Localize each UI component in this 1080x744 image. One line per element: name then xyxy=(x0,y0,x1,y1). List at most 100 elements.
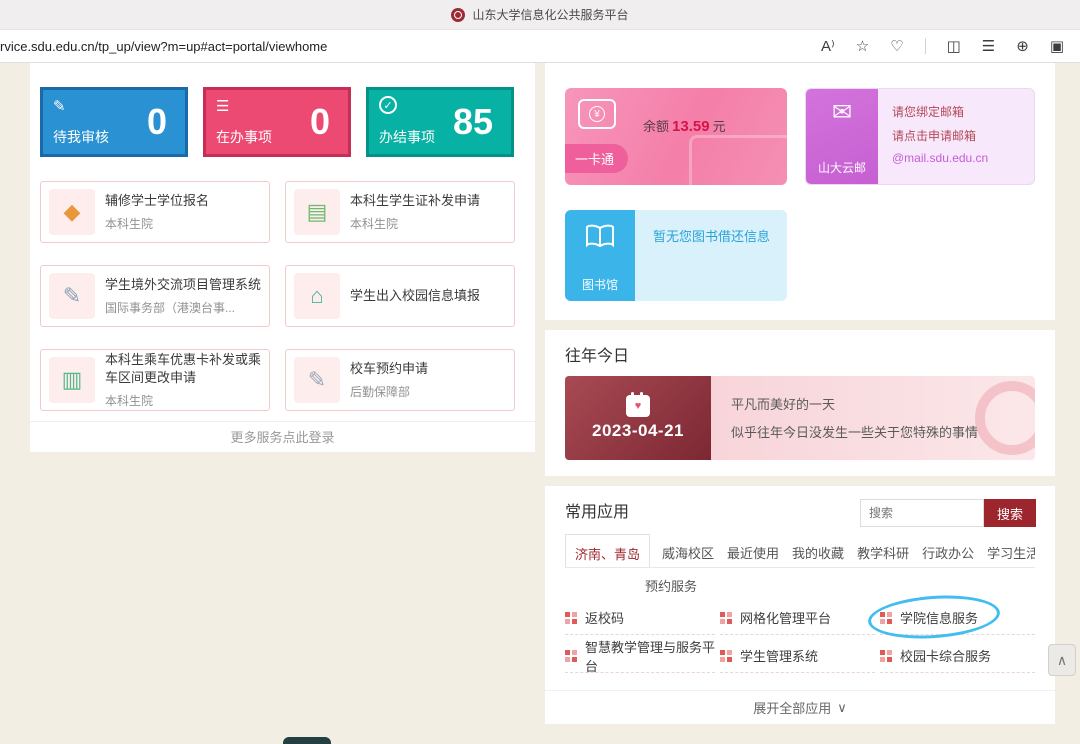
balance-value: 13.59 xyxy=(672,118,710,135)
tab-title: 山东大学信息化公共服务平台 xyxy=(472,6,628,23)
graduation-cap-icon: ◆ xyxy=(49,189,95,235)
read-aloud-icon[interactable]: A⁾ xyxy=(821,39,835,54)
app-grid-icon xyxy=(880,650,892,662)
browser-toolbar: A⁾ ☆ ♡ ◫ ☰ ⊕ ▣ xyxy=(821,38,1080,54)
service-dept: 后勤保障部 xyxy=(350,383,428,400)
app-item-grid-management[interactable]: 网格化管理平台 xyxy=(720,601,875,635)
history-line2: 似乎往年今日没发生一些关于您特殊的事情 xyxy=(731,422,978,441)
app-item-smart-teaching[interactable]: 智慧教学管理与服务平台 xyxy=(565,639,715,673)
service-title: 本科生学生证补发申请 xyxy=(350,192,480,210)
more-services-link[interactable]: 更多服务点此登录 xyxy=(30,421,535,452)
app-item-student-management[interactable]: 学生管理系统 xyxy=(720,639,875,673)
library-label: 图书馆 xyxy=(582,276,618,293)
app-grid-icon xyxy=(720,612,732,624)
transit-card-icon: ▥ xyxy=(49,357,95,403)
balance-label: 余额 xyxy=(643,119,669,134)
on-this-day-panel: 往年今日 ♥ 2023-04-21 平凡而美好的一天 似乎往年今日没发生一些关于… xyxy=(545,330,1055,476)
tab-teaching-research[interactable]: 教学科研 xyxy=(856,534,910,567)
history-date-image: ♥ 2023-04-21 xyxy=(565,376,711,460)
stat-card-pending-review[interactable]: ✎ 待我审核 0 xyxy=(40,87,188,157)
app-item-return-code[interactable]: 返校码 xyxy=(565,601,715,635)
tab-study-life[interactable]: 学习生活 xyxy=(986,534,1035,567)
service-title: 学生境外交流项目管理系统 xyxy=(105,276,261,294)
service-card-transit-discount-card[interactable]: ▥ 本科生乘车优惠卡补发或乘车区间更改申请 本科生院 xyxy=(40,349,270,411)
copilot-sidebar-icon[interactable]: ▣ xyxy=(1050,39,1064,54)
app-search-button[interactable]: 搜索 xyxy=(984,499,1036,527)
service-card-student-id-reissue[interactable]: ▤ 本科生学生证补发申请 本科生院 xyxy=(285,181,515,243)
app-item-college-info-service[interactable]: 学院信息服务 xyxy=(880,601,1035,635)
service-card-campus-entry-exit[interactable]: ⌂ 学生出入校园信息填报 xyxy=(285,265,515,327)
service-card-shuttle-reservation[interactable]: ✎ 校车预约申请 后勤保障部 xyxy=(285,349,515,411)
calendar-heart-icon: ♥ xyxy=(626,395,650,417)
favorites-icon[interactable]: ☰ xyxy=(982,39,995,54)
add-favorite-icon[interactable]: ☆ xyxy=(856,39,869,54)
tab-recently-used[interactable]: 最近使用 xyxy=(726,534,780,567)
chevron-up-icon: ∧ xyxy=(1057,652,1067,669)
collections-icon[interactable]: ⊕ xyxy=(1016,39,1029,54)
site-logo-icon xyxy=(451,8,465,22)
ecard-card[interactable]: ¥ 一卡通 余额13.59元 xyxy=(565,88,787,185)
tab-reservation-service[interactable]: 预约服务 xyxy=(645,576,697,595)
stat-label: 在办事项 xyxy=(216,127,272,147)
browser-essentials-icon[interactable]: ♡ xyxy=(890,39,903,54)
app-grid-icon xyxy=(880,612,892,624)
app-item-campus-card-service[interactable]: 校园卡综合服务 xyxy=(880,639,1035,673)
partially-visible-bottom-element xyxy=(283,737,331,744)
tab-my-favorites[interactable]: 我的收藏 xyxy=(791,534,845,567)
library-card-left: 图书馆 xyxy=(565,210,635,301)
browser-tab[interactable]: 山东大学信息化公共服务平台 xyxy=(451,6,628,23)
service-dept: 本科生院 xyxy=(105,215,209,232)
app-label: 返校码 xyxy=(585,608,624,627)
app-category-tabs: 济南、青岛 威海校区 最近使用 我的收藏 教学科研 行政办公 学习生活 xyxy=(565,534,1035,568)
stat-label: 办结事项 xyxy=(379,127,435,147)
expand-all-apps[interactable]: 展开全部应用 ∨ xyxy=(545,690,1055,724)
app-label: 校园卡综合服务 xyxy=(900,646,991,665)
book-icon xyxy=(585,224,615,248)
tab-weihai-campus[interactable]: 威海校区 xyxy=(661,534,715,567)
form-icon: ✎ xyxy=(294,357,340,403)
service-title: 本科生乘车优惠卡补发或乘车区间更改申请 xyxy=(105,351,261,386)
personal-cards-panel: ¥ 一卡通 余额13.59元 ✉ 山大云邮 请您绑定邮箱 请点击申请邮箱 @ma… xyxy=(545,63,1055,320)
common-apps-panel: 常用应用 搜索 济南、青岛 威海校区 最近使用 我的收藏 教学科研 行政办公 学… xyxy=(545,486,1055,724)
split-screen-icon[interactable]: ◫ xyxy=(947,39,961,54)
url-text: rvice.sdu.edu.cn/tp_up/view?m=up#act=por… xyxy=(0,39,327,54)
ecard-balance: 余额13.59元 xyxy=(643,116,726,135)
app-label: 网格化管理平台 xyxy=(740,608,831,627)
cloud-mail-card[interactable]: ✉ 山大云邮 请您绑定邮箱 请点击申请邮箱 @mail.sdu.edu.cn xyxy=(805,88,1035,185)
ecard-label: 一卡通 xyxy=(565,144,628,173)
service-card-overseas-exchange[interactable]: ✎ 学生境外交流项目管理系统 国际事务部（港澳台事... xyxy=(40,265,270,327)
edit-icon: ✎ xyxy=(53,97,66,115)
app-grid-icon xyxy=(720,650,732,662)
service-dept: 国际事务部（港澳台事... xyxy=(105,299,261,316)
scroll-to-top-button[interactable]: ∧ xyxy=(1048,644,1076,676)
history-title: 往年今日 xyxy=(565,342,629,366)
service-title: 辅修学士学位报名 xyxy=(105,192,209,210)
tab-jinan-qingdao[interactable]: 济南、青岛 xyxy=(565,534,650,567)
library-message: 暂无您图书借还信息 xyxy=(653,226,770,245)
browser-tab-bar: 山东大学信息化公共服务平台 xyxy=(0,0,1080,30)
stat-card-completed[interactable]: ✓ 办结事项 85 xyxy=(366,87,514,157)
balance-unit: 元 xyxy=(713,119,726,134)
mail-bind-hint[interactable]: 请您绑定邮箱 xyxy=(892,103,988,120)
service-title: 校车预约申请 xyxy=(350,360,428,378)
library-card[interactable]: 图书馆 暂无您图书借还信息 xyxy=(565,210,787,301)
id-card-icon: ▤ xyxy=(294,189,340,235)
tab-administration[interactable]: 行政办公 xyxy=(921,534,975,567)
stat-card-in-progress[interactable]: ☰ 在办事项 0 xyxy=(203,87,351,157)
mail-messages: 请您绑定邮箱 请点击申请邮箱 @mail.sdu.edu.cn xyxy=(892,103,988,165)
apps-title: 常用应用 xyxy=(565,498,629,522)
service-card-minor-degree[interactable]: ◆ 辅修学士学位报名 本科生院 xyxy=(40,181,270,243)
app-search-input[interactable] xyxy=(860,499,984,527)
check-circle-icon: ✓ xyxy=(379,96,397,114)
history-card: ♥ 2023-04-21 平凡而美好的一天 似乎往年今日没发生一些关于您特殊的事… xyxy=(565,376,1035,460)
mail-apply-hint[interactable]: 请点击申请邮箱 xyxy=(892,127,988,144)
app-grid-icon xyxy=(565,612,577,624)
service-title: 学生出入校园信息填报 xyxy=(350,287,480,305)
document-icon: ✎ xyxy=(49,273,95,319)
stat-value: 85 xyxy=(453,101,493,143)
browser-url-bar[interactable]: rvice.sdu.edu.cn/tp_up/view?m=up#act=por… xyxy=(0,30,1080,63)
app-label: 学生管理系统 xyxy=(740,646,818,665)
clock-decoration xyxy=(975,381,1035,455)
mail-domain: @mail.sdu.edu.cn xyxy=(892,151,988,165)
yuan-icon: ¥ xyxy=(589,106,605,122)
